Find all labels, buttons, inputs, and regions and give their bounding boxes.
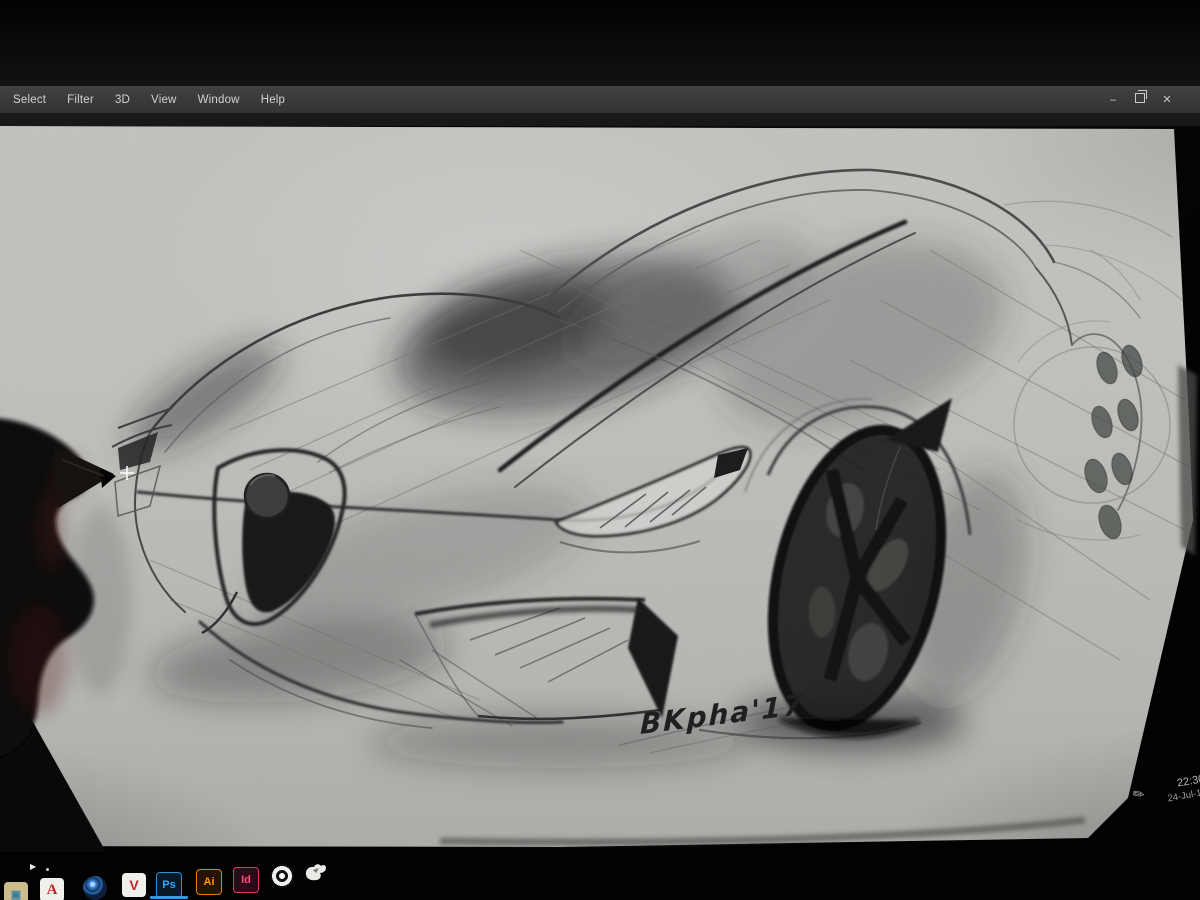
brush-crosshair-cursor [120,466,134,480]
taskbar-photoshop-icon[interactable]: Ps [156,872,182,898]
taskbar-red-a-app-icon[interactable]: A [40,878,64,900]
taskbar-illustrator-icon[interactable]: Ai [196,869,222,895]
photoshop-active-underline [150,896,188,899]
foreground-overlay [0,0,1200,900]
tray-dot [46,868,49,871]
taskbar-pinned-app-icon[interactable]: ▣ [4,882,28,900]
taskbar-indesign-icon[interactable]: Id [233,867,259,893]
bezel-bottom-edge [440,820,1085,842]
bezel-highlight-right [1178,365,1197,556]
hand-red-tint-2 [8,605,68,715]
bird-icon [303,861,327,885]
photo-of-pen-display: BKpha'17 Select Filter 3D View Window He… [0,0,1200,900]
stylus-tip [100,468,116,488]
taskbar-target-app-icon[interactable] [270,864,294,888]
taskbar-bird-app-icon[interactable] [303,861,327,885]
taskbar-vred-app-icon[interactable]: V [122,873,146,897]
taskbar-blue-circle-app-icon[interactable] [83,876,107,900]
hidden-icons-arrow[interactable]: ▶ [30,862,36,871]
